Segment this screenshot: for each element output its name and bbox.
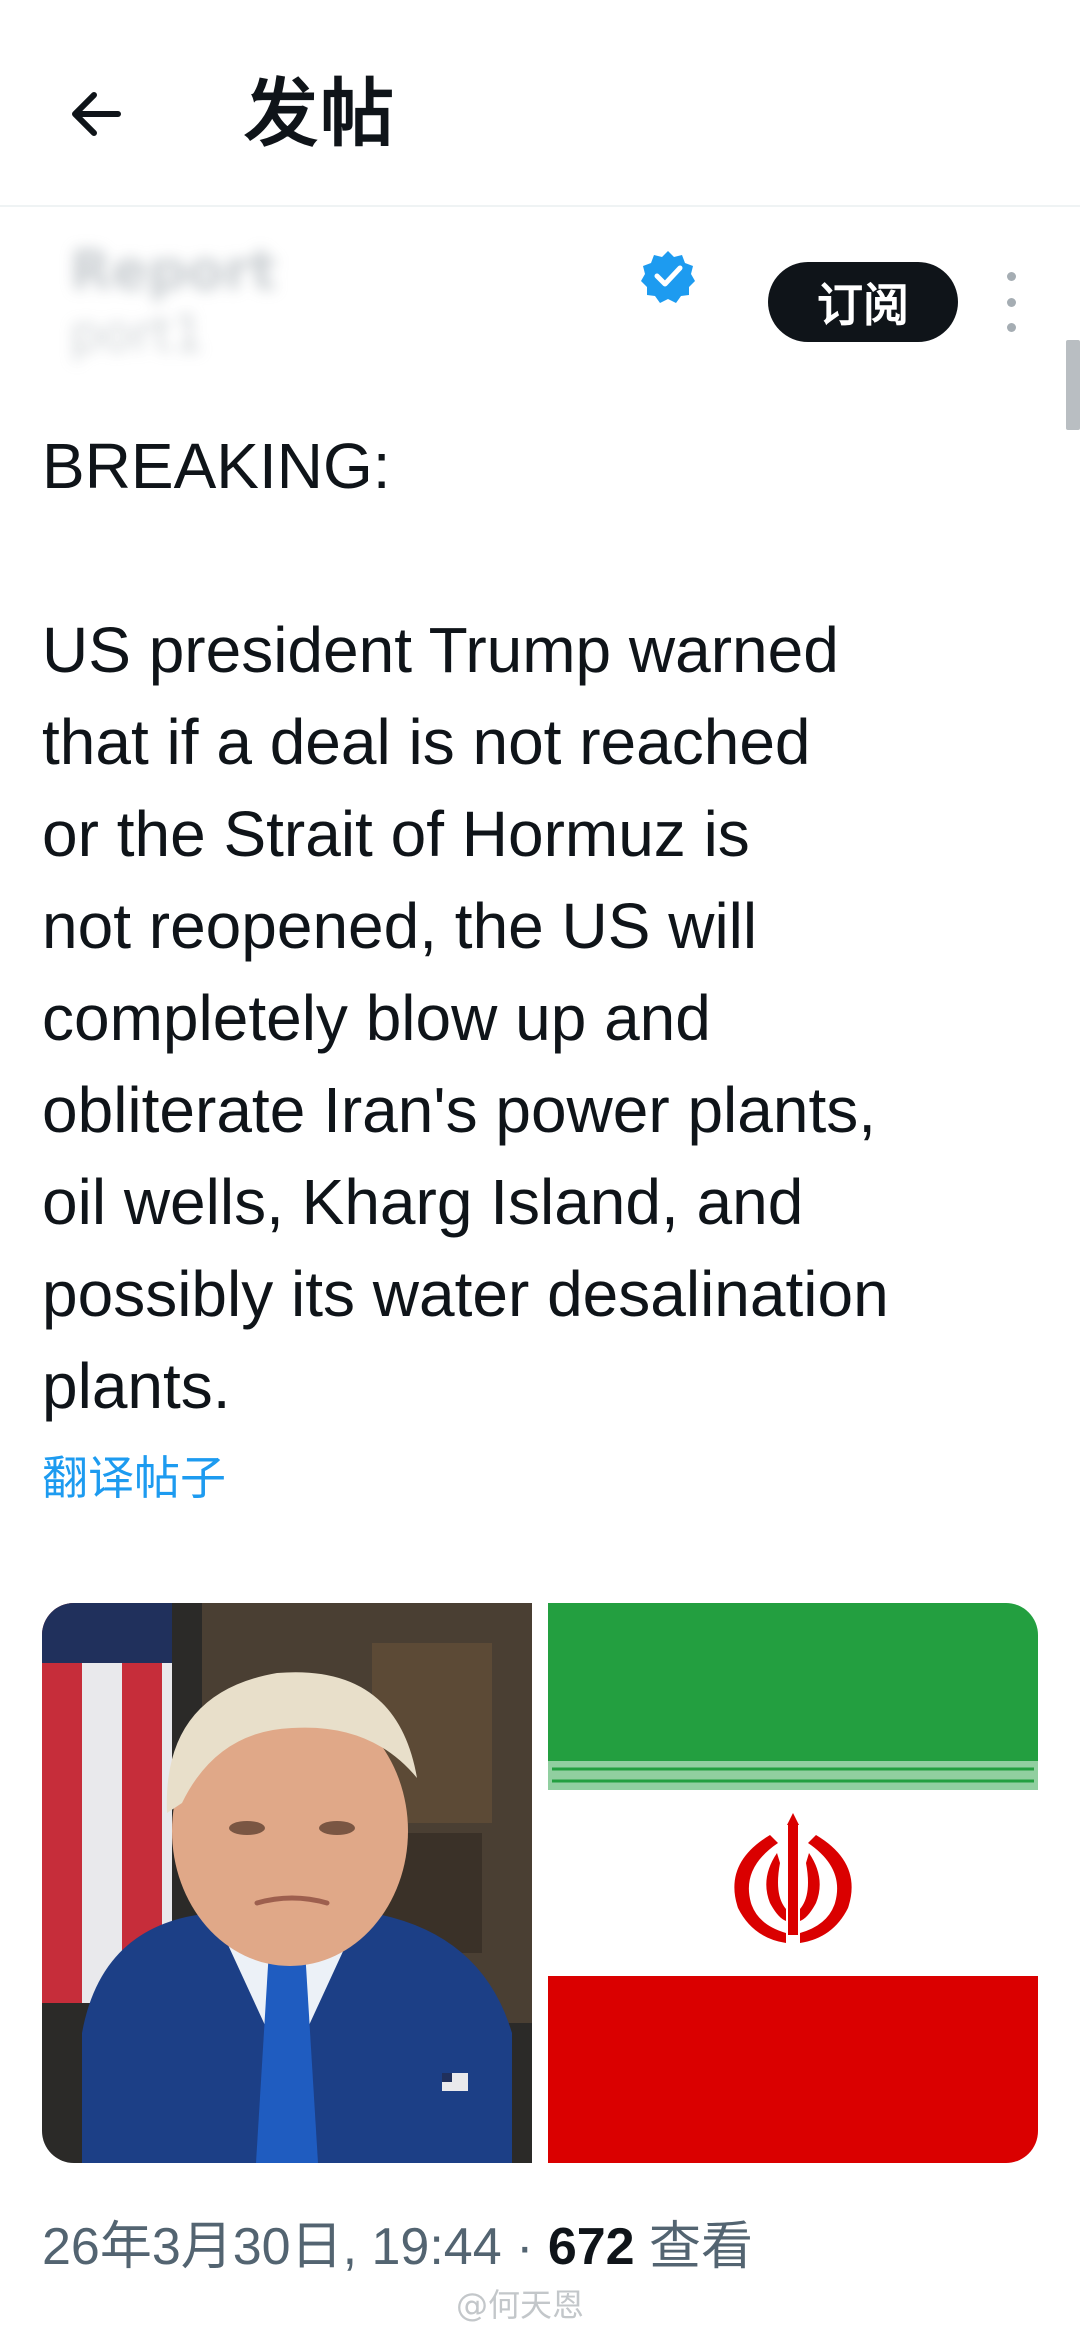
tweet-text: BREAKING: US president Trump warned that… (42, 430, 889, 1422)
trump-photo[interactable] (42, 1603, 532, 2163)
back-button[interactable] (56, 74, 136, 154)
portrait-image (42, 1603, 532, 2163)
scrollbar[interactable] (1066, 340, 1080, 430)
back-arrow-icon (72, 92, 121, 136)
top-bar: 发帖 (0, 0, 1080, 207)
subscribe-button[interactable]: 订阅 (768, 262, 958, 342)
views-label: 查看 (634, 2218, 754, 2276)
author-handle: port1 (70, 305, 205, 363)
author-info[interactable]: Report port1 (30, 235, 730, 365)
more-options-button[interactable] (996, 272, 1026, 332)
page-title: 发帖 (244, 71, 396, 157)
media-grid (42, 1603, 1038, 2163)
iran-flag-icon (548, 1603, 1038, 2163)
verified-badge-icon (641, 251, 695, 303)
post-meta: 26年3月30日, 19:44 · 672 查看 (42, 2212, 753, 2282)
views-count: 672 (547, 2218, 635, 2276)
iran-flag-image[interactable] (548, 1603, 1038, 2163)
more-vertical-icon (1006, 272, 1016, 281)
author-name: Report (70, 239, 277, 302)
watermark: @何天恩 (456, 2286, 585, 2324)
post-datetime: 26年3月30日, 19:44 · (42, 2218, 548, 2276)
author-blurred-area: Report port1 (30, 235, 690, 365)
translate-post-link[interactable]: 翻译帖子 (42, 1448, 226, 1508)
